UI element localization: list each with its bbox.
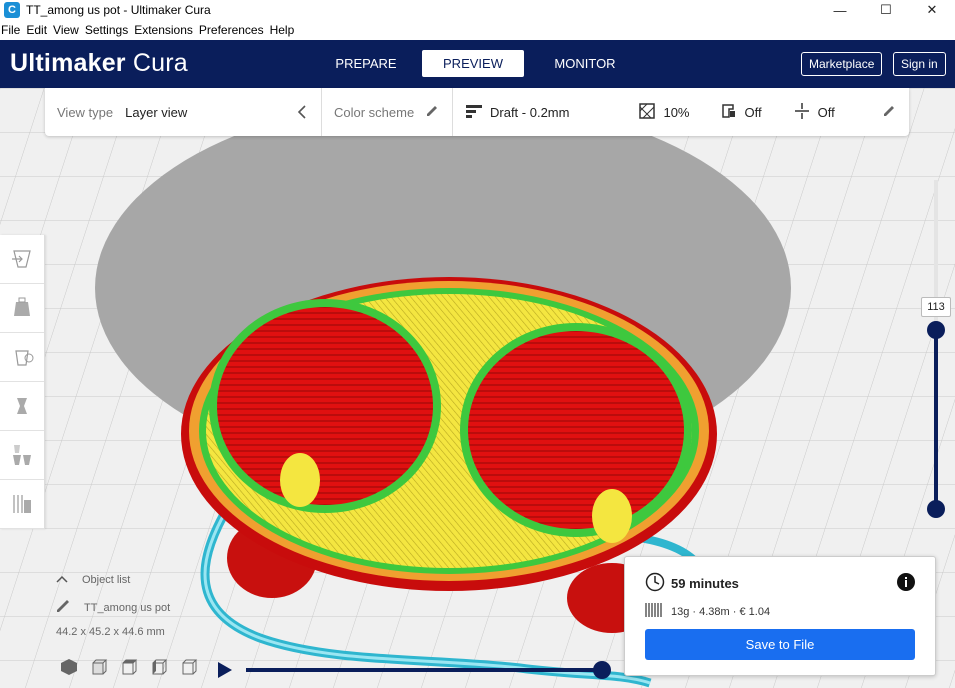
logo-product: Cura [132, 49, 188, 77]
clock-icon [645, 572, 665, 595]
support-icon [721, 103, 737, 122]
support-value: Off [744, 104, 762, 120]
profile-icon [466, 104, 482, 121]
object-list-title: Object list [82, 574, 131, 586]
logo-brand: Ultimaker [10, 49, 126, 77]
slider-lower-handle[interactable] [927, 500, 945, 518]
save-to-file-button[interactable]: Save to File [645, 629, 915, 660]
profile-value: Draft - 0.2mm [490, 104, 570, 120]
layer-slider[interactable] [927, 180, 945, 520]
marketplace-button[interactable]: Marketplace [801, 52, 883, 76]
object-dimensions: 44.2 x 45.2 x 44.6 mm [56, 626, 165, 638]
cura-app-icon: C [4, 2, 20, 18]
left-view-icon[interactable] [150, 658, 168, 679]
menu-extensions[interactable]: Extensions [131, 23, 196, 37]
top-view-icon[interactable] [120, 658, 138, 679]
front-view-icon[interactable] [90, 658, 108, 679]
play-icon[interactable] [216, 661, 234, 682]
menu-settings[interactable]: Settings [82, 23, 131, 37]
per-model-settings-icon[interactable] [0, 431, 44, 480]
layer-number-field[interactable]: 113 [921, 297, 951, 317]
scale-tool-icon[interactable] [0, 284, 44, 333]
tab-prepare[interactable]: PREPARE [325, 50, 407, 77]
pencil-icon [883, 105, 895, 120]
right-view-icon[interactable] [180, 658, 198, 679]
object-name-row[interactable]: TT_among us pot [56, 599, 256, 616]
object-list-panel: Object list TT_among us pot 44.2 x 45.2 … [56, 574, 256, 638]
cura-window: C TT_among us pot - Ultimaker Cura — ☐ ✕… [0, 0, 955, 688]
menu-help[interactable]: Help [267, 23, 298, 37]
tab-preview[interactable]: PREVIEW [422, 50, 524, 77]
tool-panel [0, 235, 45, 529]
rotate-tool-icon[interactable] [0, 333, 44, 382]
support-blocker-icon[interactable] [0, 480, 44, 529]
print-time: 59 minutes [671, 576, 739, 591]
path-slider-handle[interactable] [593, 661, 611, 679]
view-type-value: Layer view [125, 104, 188, 120]
mirror-tool-icon[interactable] [0, 382, 44, 431]
sign-in-button[interactable]: Sign in [893, 52, 946, 76]
pencil-icon [56, 599, 70, 616]
menu-preferences[interactable]: Preferences [196, 23, 267, 37]
material-usage: 13g · 4.38m · € 1.04 [671, 605, 771, 618]
slider-upper-handle[interactable] [927, 321, 945, 339]
window-title-bar: C TT_among us pot - Ultimaker Cura — ☐ ✕ [0, 0, 955, 20]
menu-edit[interactable]: Edit [23, 23, 50, 37]
print-settings-button[interactable]: Draft - 0.2mm 10% Off Off [466, 88, 895, 136]
menu-view[interactable]: View [50, 23, 82, 37]
tab-monitor[interactable]: MONITOR [540, 50, 630, 77]
window-title: TT_among us pot - Ultimaker Cura [26, 3, 211, 17]
3d-view-icon[interactable] [60, 658, 78, 679]
print-summary-panel: 59 minutes 13g · 4.38m · € 1.04 Save to … [624, 556, 936, 676]
ultimaker-cura-logo: Ultimaker Cura [10, 49, 188, 78]
menu-file[interactable]: File [0, 23, 23, 37]
path-slider-track [246, 668, 602, 672]
object-name: TT_among us pot [84, 601, 171, 614]
color-scheme-label: Color scheme [334, 104, 415, 120]
infill-value: 10% [663, 104, 690, 120]
view-toolbar: View type Layer view Color scheme Draft … [45, 88, 909, 136]
adhesion-icon [794, 102, 810, 122]
move-tool-icon[interactable] [0, 235, 44, 284]
chevron-up-icon [56, 574, 68, 586]
infill-icon [639, 102, 656, 122]
slider-track-active [934, 330, 938, 510]
color-scheme-button[interactable]: Color scheme [334, 88, 438, 136]
filament-icon [645, 602, 663, 621]
chevron-left-icon[interactable] [297, 88, 307, 136]
view-type-label: View type [57, 104, 114, 120]
adhesion-value: Off [817, 104, 835, 120]
view-type-selector[interactable]: View type Layer view [57, 88, 187, 136]
menu-bar: File Edit View Settings Extensions Prefe… [0, 20, 955, 40]
info-icon[interactable] [897, 573, 915, 594]
minimize-icon[interactable]: — [817, 0, 863, 20]
app-header: Ultimaker Cura PREPARE PREVIEW MONITOR M… [0, 40, 955, 88]
close-icon[interactable]: ✕ [909, 0, 955, 20]
camera-view-buttons [60, 658, 198, 679]
maximize-icon[interactable]: ☐ [863, 0, 909, 20]
pencil-icon [426, 105, 438, 120]
object-list-toggle[interactable]: Object list [56, 574, 256, 586]
